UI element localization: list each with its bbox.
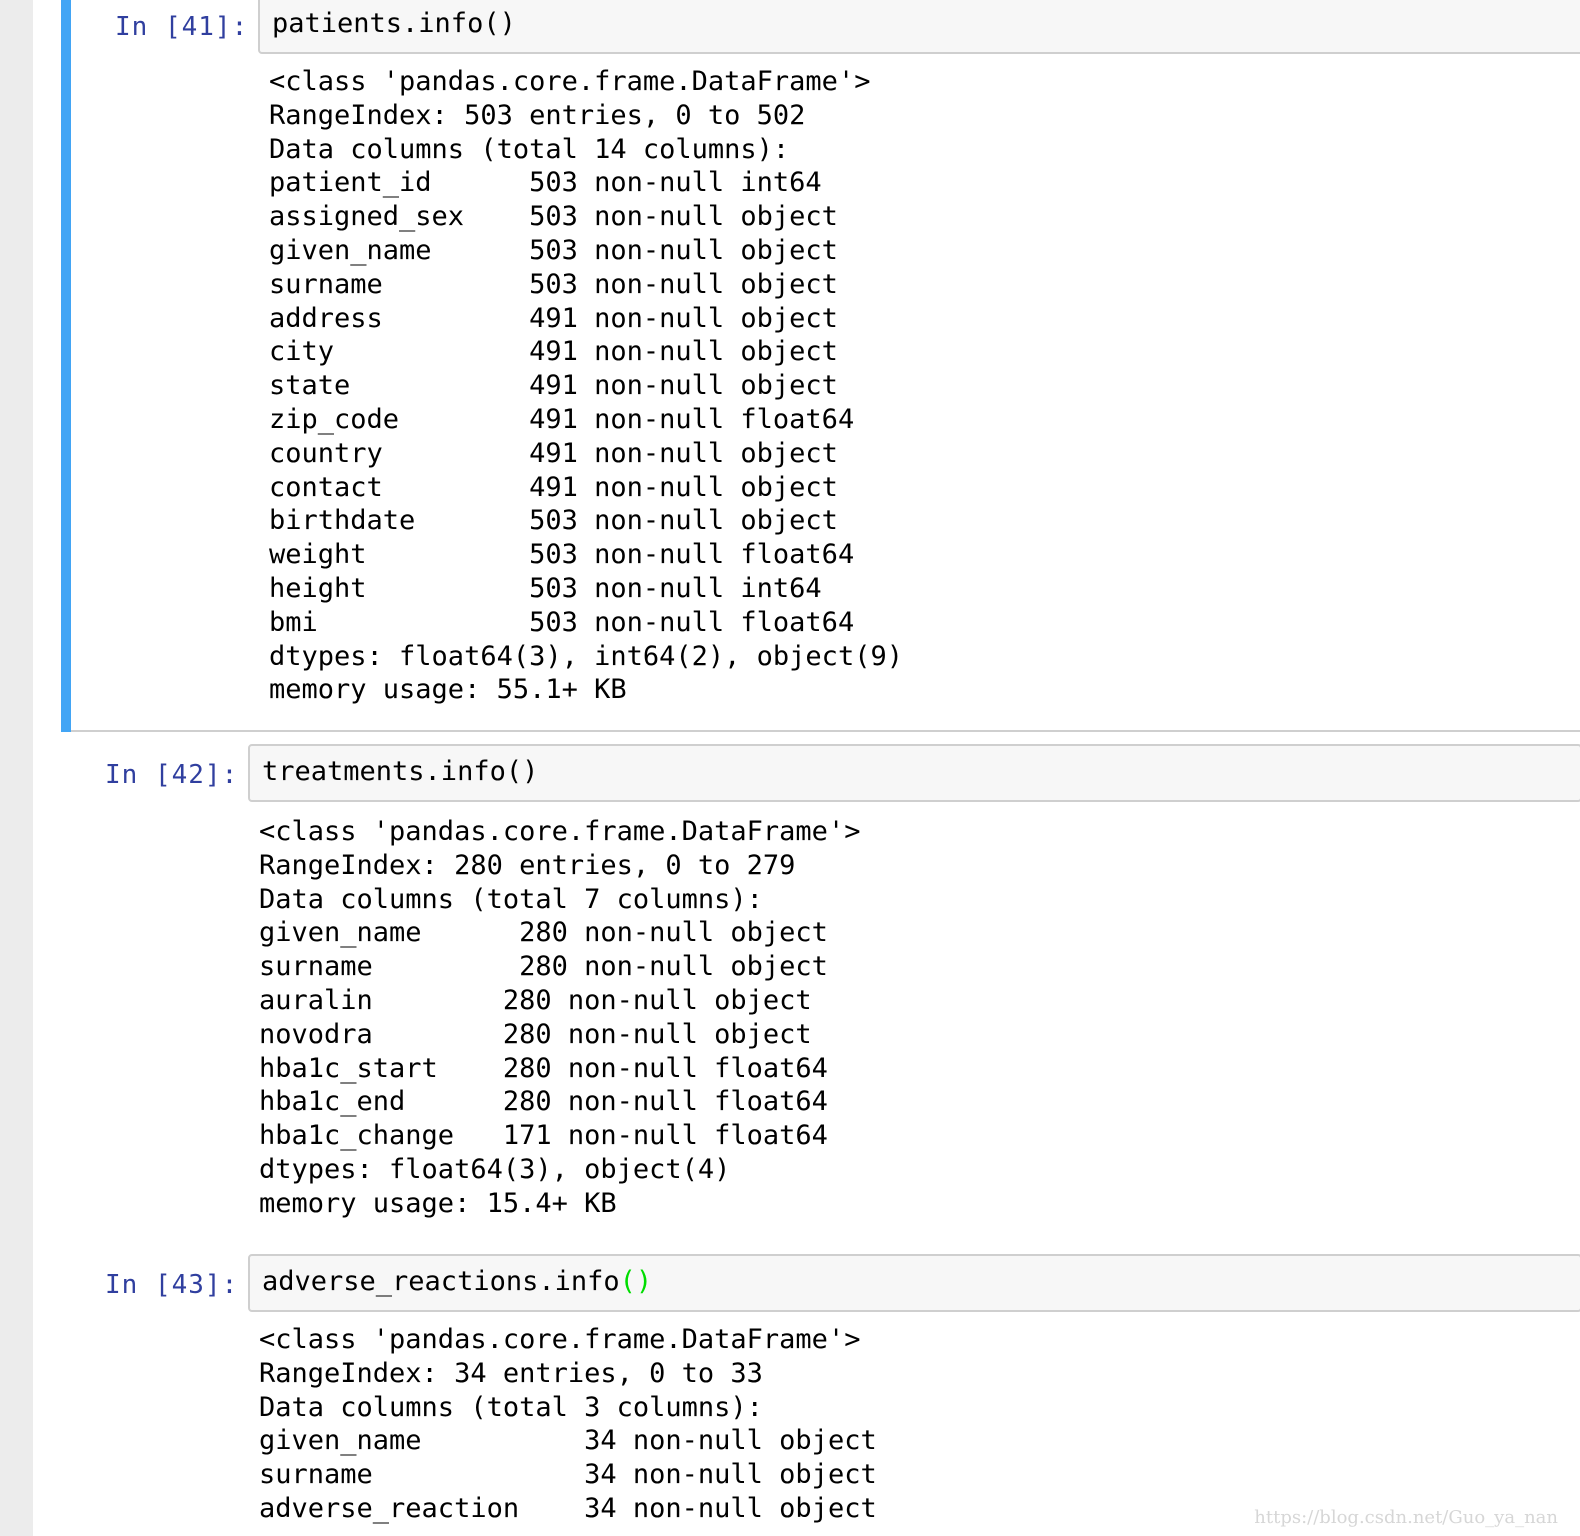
code-cell-43[interactable]: In [43]: adverse_reactions.info() <class… <box>61 1254 1580 1536</box>
cell-output: <class 'pandas.core.frame.DataFrame'> Ra… <box>259 816 861 1219</box>
input-prompt: In [41]: <box>115 12 249 42</box>
input-prompt: In [43]: <box>105 1270 239 1300</box>
notebook: In [41]: patients.info() <class 'pandas.… <box>33 0 1580 1536</box>
code-call: adverse_reactions.info <box>262 1266 620 1297</box>
cell-output: <class 'pandas.core.frame.DataFrame'> Ra… <box>259 1324 877 1524</box>
code-text: adverse_reactions.info() <box>262 1266 652 1297</box>
code-input-area[interactable]: adverse_reactions.info() <box>248 1254 1580 1312</box>
code-text: patients.info() <box>272 8 516 39</box>
cell-output: <class 'pandas.core.frame.DataFrame'> Ra… <box>269 66 903 706</box>
code-text: treatments.info() <box>262 756 539 787</box>
code-input-area[interactable]: patients.info() <box>258 0 1580 54</box>
code-input-area[interactable]: treatments.info() <box>248 744 1580 802</box>
input-prompt: In [42]: <box>105 760 239 790</box>
code-cell-41[interactable]: In [41]: patients.info() <class 'pandas.… <box>61 0 1580 732</box>
matching-parens: () <box>619 1266 653 1297</box>
code-cell-42[interactable]: In [42]: treatments.info() <class 'panda… <box>61 744 1580 1244</box>
watermark: https://blog.csdn.net/Guo_ya_nan <box>1254 1507 1558 1528</box>
